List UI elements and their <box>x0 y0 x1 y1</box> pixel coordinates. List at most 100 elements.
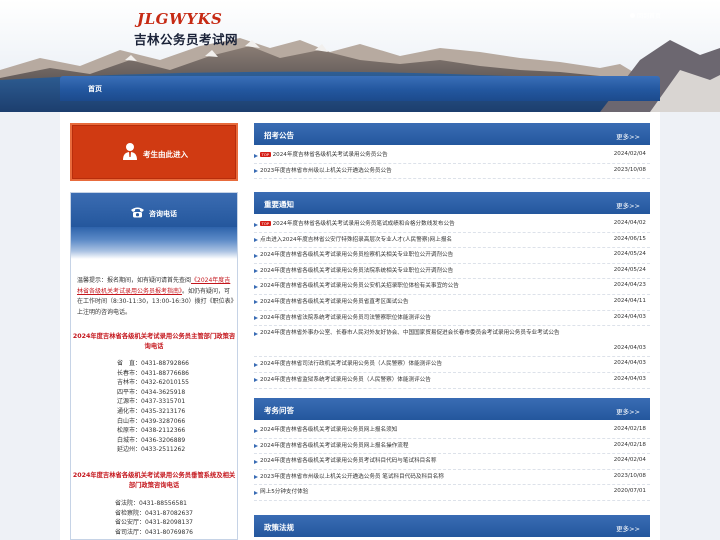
article-title-link[interactable]: 2024年度吉林省各级机关考试录用公务员法院系统相关专业职位公开调剂公告 <box>260 264 600 280</box>
article-list-item[interactable]: 2024年度吉林省法院系统考试录用公务员司法警察职位体能测评公告 2024/04/… <box>254 311 650 327</box>
article-date: 2024/06/15 <box>613 235 646 242</box>
article-title-text: 点击进入2024年度吉林省公安厅特殊招录高层次专业人才(人民警察)网上报名 <box>260 236 453 243</box>
bullet-arrow-icon <box>254 428 258 433</box>
bullet-arrow-icon <box>254 475 258 480</box>
more-link[interactable]: 更多>> <box>616 523 640 533</box>
phone-number: 0431-87082637 <box>145 509 193 517</box>
article-date: 2024/02/04 <box>613 457 646 464</box>
article-title-link[interactable]: 网上5分钟支付体验 <box>260 485 600 501</box>
article-title-text: 2024年度吉林省各级机关考试录用公务员法院系统相关专业职位公开调剂公告 <box>260 267 454 274</box>
article-list-item[interactable]: 2024年度吉林省各级机关考试录用公务员网上报名操作流程 2024/02/18 <box>254 439 650 455</box>
more-link[interactable]: 更多>> <box>616 406 640 416</box>
phone-number: 0431-88776686 <box>141 369 189 377</box>
phone-number: 0438-2112366 <box>141 427 186 435</box>
phone-row: 长春市：0431-88776686 <box>117 369 227 379</box>
phone-region-label: 省司法厅： <box>115 528 146 536</box>
article-title-link[interactable]: 2024年度吉林省司法行政机关考试录用公务员（人民警察）体能测评公告 <box>260 357 600 373</box>
phone-row: 省司法厅：0431-80769876 <box>115 528 225 538</box>
section-title: 重要通知 <box>264 200 294 209</box>
exam-qa-header: 考务问答 更多>> <box>254 398 650 420</box>
article-title-link[interactable]: 2024年度吉林省监狱系统考试录用公务员（人民警察）体能测评公告 <box>260 373 600 389</box>
article-title-link[interactable]: 2023年度吉林省市州级以上机关公开遴选公务员公告 <box>260 164 600 180</box>
reminder-text: 温馨提示：报名期间，如有疑问请首先查阅《2024年度吉林省各级机关考试录用公务员… <box>77 276 235 318</box>
article-list-item[interactable]: 2024年度吉林省各级机关考试录用公务员考试科目代码与笔试科目名称 2024/02… <box>254 454 650 470</box>
phone-row: 省公安厅：0431-82098137 <box>115 518 225 528</box>
article-list-item[interactable]: 网上5分钟支付体验 2020/07/01 <box>254 485 650 501</box>
phone-number: 0431-88556581 <box>139 500 187 507</box>
article-list-item[interactable]: TOP 2024年度吉林省各级机关考试录用公务员笔试成绩和合格分数线发布公告 202… <box>254 217 650 233</box>
article-list-item[interactable]: 2024年度吉林省各级机关考试录用公务员省直考区面试公告 2024/04/11 <box>254 295 650 311</box>
article-list-item[interactable]: TOP 2024年度吉林省各级机关考试录用公务员公告 2024/02/04 <box>254 148 650 164</box>
phone-row: 吉林市：0432-62010155 <box>117 378 227 388</box>
phone-region-label: 省 直： <box>117 360 142 367</box>
phone-region-label: 松原市： <box>117 427 142 435</box>
article-list-item[interactable]: 2024年度吉林省各级机关考试录用公务员检察机关相关专业职位公开调剂公告 2024… <box>254 248 650 264</box>
phone-number: 0431-88792866 <box>141 360 189 367</box>
article-title-link[interactable]: 2024年度吉林省法院系统考试录用公务员司法警察职位体能测评公告 <box>260 311 600 327</box>
article-date: 2024/02/18 <box>613 441 646 448</box>
article-date: 2024/04/23 <box>613 282 646 289</box>
phone-number: 0436-3206889 <box>141 436 186 444</box>
phone-row: 省法院：0431-88556581 <box>115 499 225 509</box>
article-date: 2024/02/04 <box>613 151 646 157</box>
policy-hotline-list: 省 直：0431-88792866 长春市：0431-88776686 吉林市：04… <box>117 359 227 455</box>
article-title-link[interactable]: 2024年度吉林省各级机关考试录用公务员网上报名操作流程 <box>260 439 600 455</box>
article-list: TOP 2024年度吉林省各级机关考试录用公务员笔试成绩和合格分数线发布公告 202… <box>254 214 650 389</box>
section-title: 招考公告 <box>264 131 294 140</box>
policy-hotline-title: 2024年度吉林省各级机关考试录用公务员主管部门政策咨询电话 <box>72 333 236 350</box>
section-title: 政策法规 <box>264 523 294 532</box>
article-title-link[interactable]: TOP 2024年度吉林省各级机关考试录用公务员公告 <box>260 148 600 164</box>
article-list-item[interactable]: 点击进入2024年度吉林省公安厅特殊招录高层次专业人才(人民警察)网上报名 202… <box>254 233 650 249</box>
article-title-link[interactable]: 2023年度吉林省市州级以上机关公开遴选公务员 笔试科目代码及科目名称 <box>260 470 600 486</box>
more-link[interactable]: 更多>> <box>616 200 640 210</box>
article-list-item[interactable]: 2024年度吉林省监狱系统考试录用公务员（人民警察）体能测评公告 2024/04/… <box>254 373 650 389</box>
article-title-link[interactable]: TOP 2024年度吉林省各级机关考试录用公务员笔试成绩和合格分数线发布公告 <box>260 217 600 233</box>
nav-item-home[interactable]: 首页 <box>88 84 102 94</box>
article-list-item[interactable]: 2023年度吉林省市州级以上机关公开遴选公务员 笔试科目代码及科目名称 2023/… <box>254 470 650 486</box>
article-list-item[interactable]: 2024年度吉林省各级机关考试录用公务员公安机关招录职位体检有关事宜的公告 202… <box>254 279 650 295</box>
article-date: 2023/10/08 <box>613 166 646 173</box>
article-title-link[interactable]: 2024年度吉林省外事办公室、长春市人民对外友好协会、中国国家贸易促进会长春市委… <box>260 326 600 342</box>
article-list-item[interactable]: 2024年度吉林省各级机关考试录用公务员法院系统相关专业职位公开调剂公告 2024… <box>254 264 650 280</box>
exam-qa-section: 考务问答 更多>> 2024年度吉林省各级机关考试录用公务员网上报名须知 2024/0… <box>254 398 650 501</box>
bullet-arrow-icon <box>254 153 258 158</box>
top-badge: TOP <box>260 221 271 226</box>
important-notices-header: 重要通知 更多>> <box>254 192 650 214</box>
article-date: 2024/05/24 <box>613 251 646 258</box>
phone-region-label: 延边州： <box>117 446 142 454</box>
article-title-text: 2023年度吉林省市州级以上机关公开遴选公务员 笔试科目代码及科目名称 <box>260 473 444 480</box>
bullet-arrow-icon <box>254 362 258 367</box>
article-title-link[interactable]: 2024年度吉林省各级机关考试录用公务员考试科目代码与笔试科目名称 <box>260 454 600 470</box>
article-title-link[interactable]: 2024年度吉林省各级机关考试录用公务员检察机关相关专业职位公开调剂公告 <box>260 248 600 264</box>
phone-number: 0433-2511262 <box>141 446 186 454</box>
article-list-item[interactable]: 2024年度吉林省各级机关考试录用公务员网上报名须知 2024/02/18 <box>254 423 650 439</box>
article-title-text: 2024年度吉林省各级机关考试录用公务员考试科目代码与笔试科目名称 <box>260 458 437 465</box>
phone-row: 四平市：0434-3625918 <box>117 388 227 398</box>
article-title-link[interactable]: 2024年度吉林省各级机关考试录用公务员网上报名须知 <box>260 423 600 439</box>
phone-number: 0431-82098137 <box>145 519 193 527</box>
bullet-arrow-icon <box>254 331 258 336</box>
vertical-dept-hotline-title: 2024年度吉林省各级机关考试录用公务员垂管系统及相关部门政策咨询电话 <box>72 472 236 489</box>
policy-regulations-header: 政策法规 更多>> <box>254 515 650 537</box>
phone-number: 0439-3287066 <box>141 417 186 425</box>
article-title-link[interactable]: 2024年度吉林省各级机关考试录用公务员公安机关招录职位体检有关事宜的公告 <box>260 279 600 295</box>
article-title-text: 2024年度吉林省各级机关考试录用公务员省直考区面试公告 <box>260 298 409 305</box>
article-title-text: 2024年度吉林省各级机关考试录用公务员笔试成绩和合格分数线发布公告 <box>272 221 455 227</box>
article-title-text: 2024年度吉林省外事办公室、长春市人民对外友好协会、中国国家贸易促进会长春市委… <box>260 330 560 337</box>
back-home-link[interactable]: 回到首页 <box>630 11 661 20</box>
site-logo-en: JLGWYKS <box>137 10 223 28</box>
bullet-arrow-icon <box>254 238 258 243</box>
important-notices-section: 重要通知 更多>> TOP 2024年度吉林省各级机关考试录用公务员笔试成绩和合格分数… <box>254 192 650 389</box>
article-date: 2024/04/03 <box>613 360 646 367</box>
article-title-link[interactable]: 点击进入2024年度吉林省公安厅特殊招录高层次专业人才(人民警察)网上报名 <box>260 233 600 249</box>
top-badge: TOP <box>260 152 271 157</box>
article-list-item[interactable]: 2023年度吉林省市州级以上机关公开遴选公务员公告 2023/10/08 <box>254 164 650 180</box>
article-date: 2024/04/03 <box>613 375 646 382</box>
article-title-link[interactable]: 2024年度吉林省各级机关考试录用公务员省直考区面试公告 <box>260 295 600 311</box>
candidate-entry-button[interactable]: 考生由此进入 <box>70 123 238 181</box>
article-date: 2024/05/24 <box>613 266 646 273</box>
section-title: 考务问答 <box>264 406 294 415</box>
article-list-item[interactable]: 2024年度吉林省外事办公室、长春市人民对外友好协会、中国国家贸易促进会长春市委… <box>254 326 650 358</box>
more-link[interactable]: 更多>> <box>616 131 640 141</box>
article-list-item[interactable]: 2024年度吉林省司法行政机关考试录用公务员（人民警察）体能测评公告 2024/0… <box>254 357 650 373</box>
